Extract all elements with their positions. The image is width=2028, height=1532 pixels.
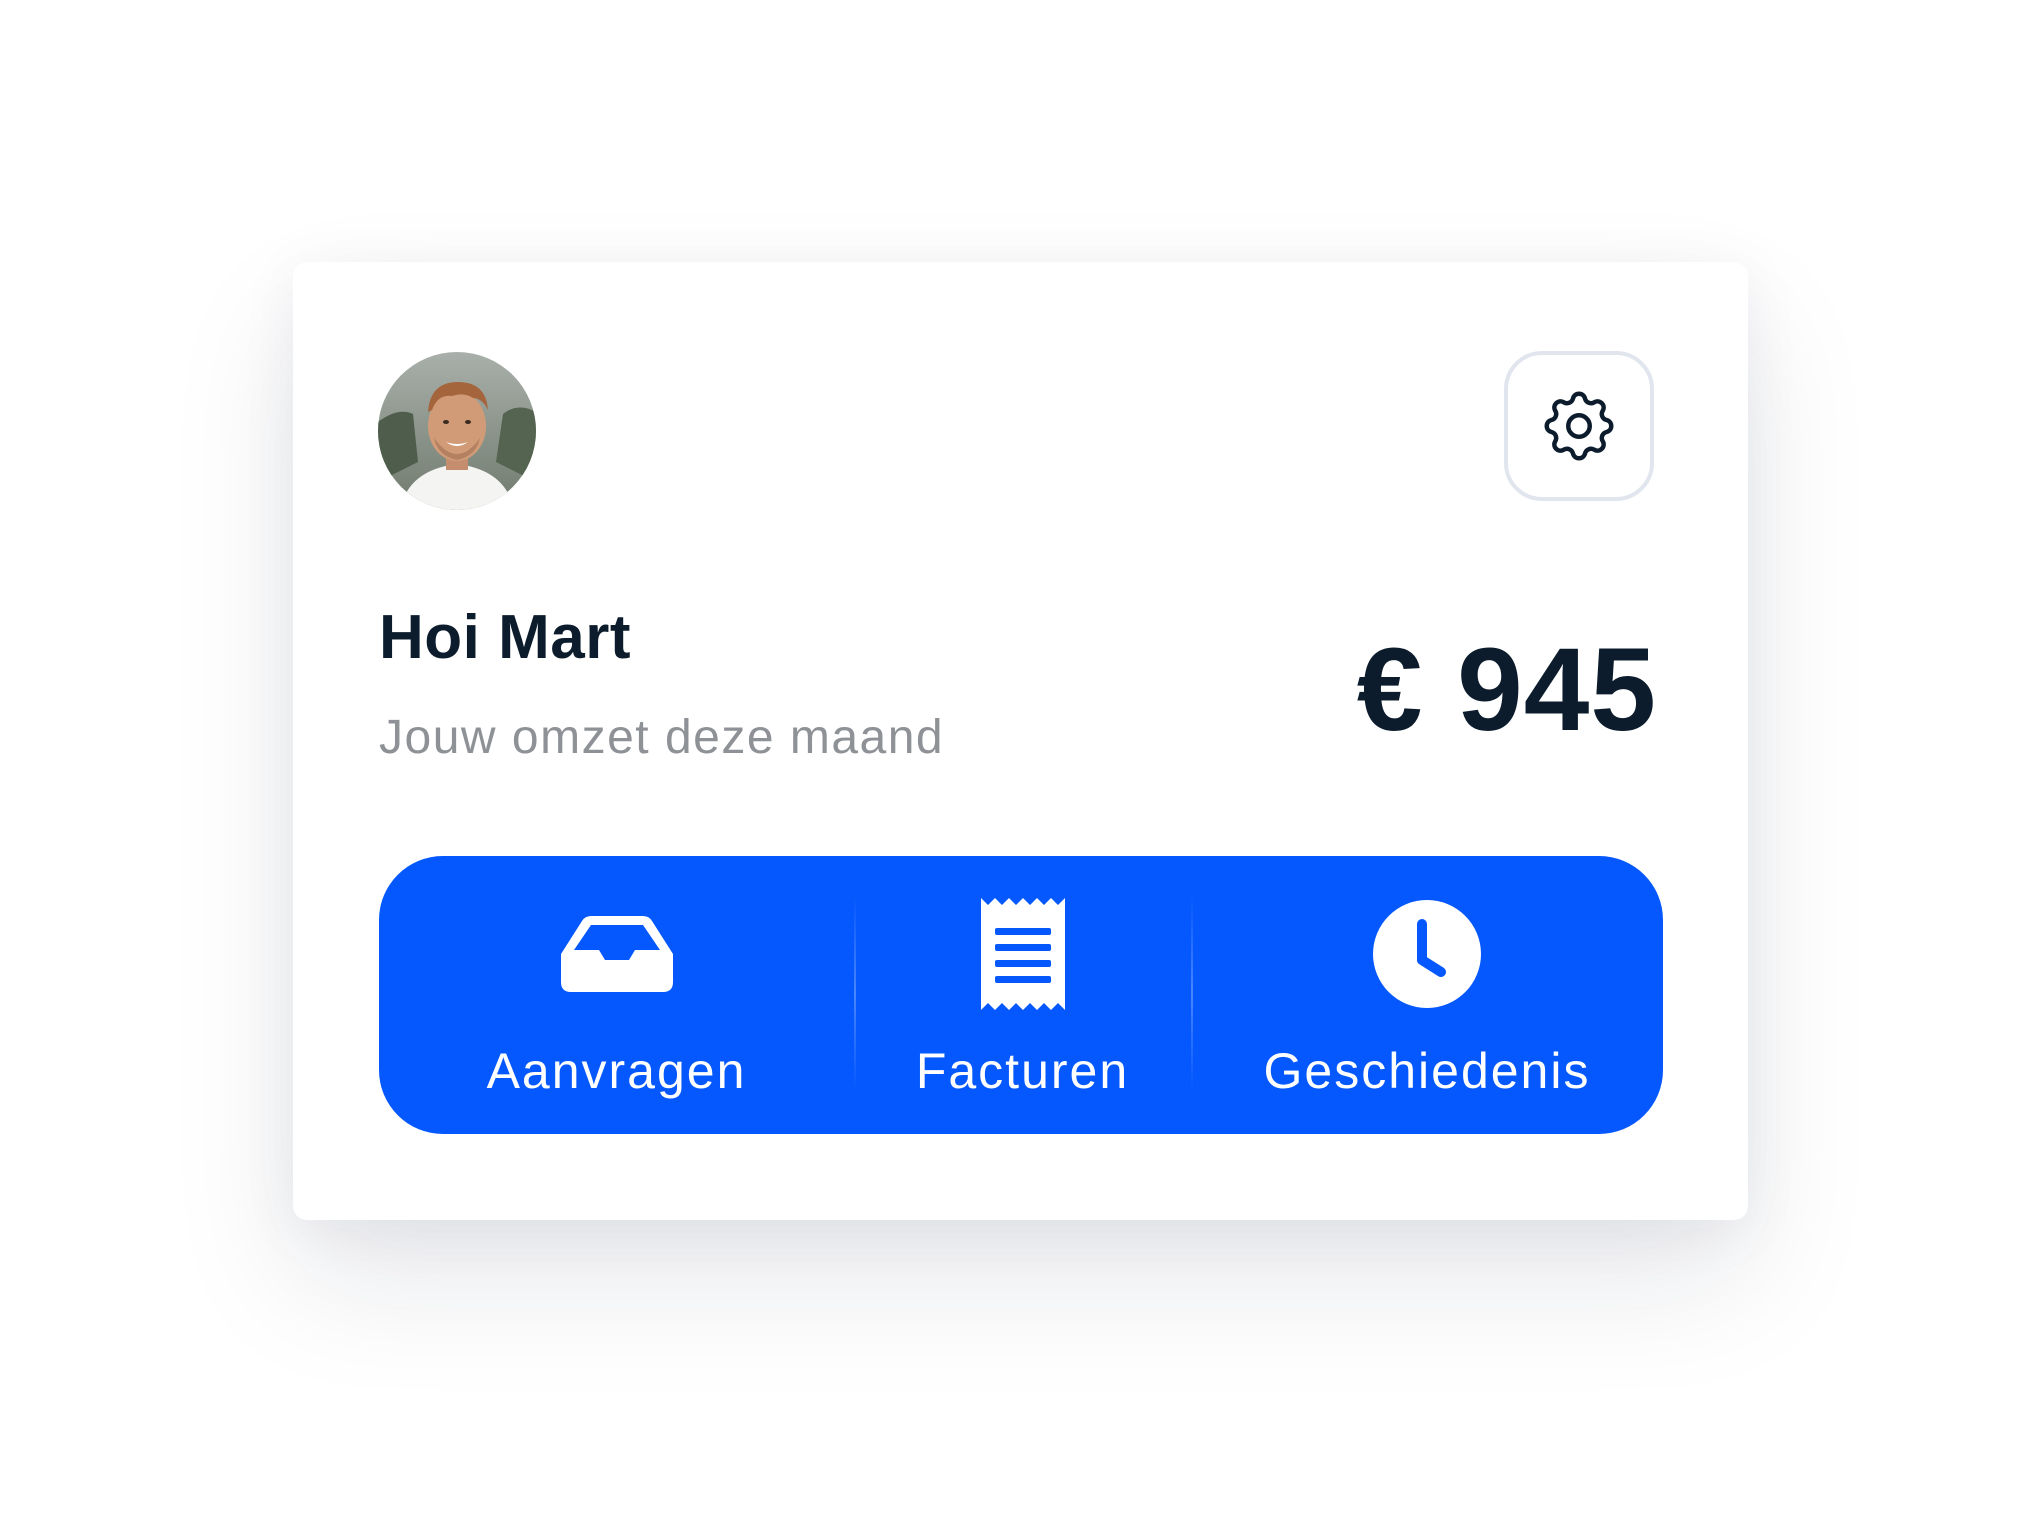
facturen-label: Facturen — [915, 1043, 1130, 1099]
avatar[interactable] — [378, 352, 536, 510]
revenue-amount: € 945 — [1356, 624, 1657, 756]
revenue-card: Hoi Mart Jouw omzet deze maand € 945 Aan… — [293, 262, 1748, 1220]
receipt-icon — [980, 898, 1065, 1010]
divider — [854, 896, 856, 1091]
revenue-subtitle: Jouw omzet deze maand — [379, 711, 945, 764]
avatar-photo — [378, 352, 536, 510]
divider — [1191, 896, 1193, 1091]
greeting: Hoi Mart — [379, 603, 631, 672]
action-bar: Aanvragen Facturen Geschiedenis — [379, 856, 1663, 1134]
settings-button[interactable] — [1504, 351, 1654, 501]
gear-icon — [1544, 391, 1614, 461]
aanvragen-label: Aanvragen — [486, 1043, 747, 1099]
inbox-tray-icon — [560, 916, 673, 992]
geschiedenis-label: Geschiedenis — [1263, 1043, 1591, 1099]
clock-icon — [1373, 900, 1481, 1008]
geschiedenis-button[interactable]: Geschiedenis — [1191, 856, 1663, 1134]
aanvragen-button[interactable]: Aanvragen — [379, 856, 854, 1134]
facturen-button[interactable]: Facturen — [854, 856, 1191, 1134]
